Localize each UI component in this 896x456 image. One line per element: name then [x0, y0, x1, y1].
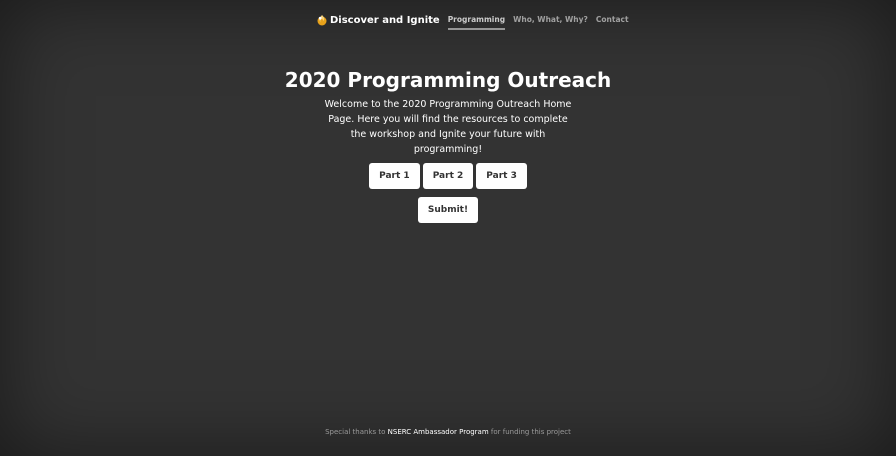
main-content: 2020 Programming Outreach Welcome to the…	[0, 66, 896, 223]
page-title: 2020 Programming Outreach	[284, 68, 612, 92]
nav-link-who-what-why[interactable]: Who, What, Why?	[513, 15, 588, 26]
brand-link[interactable]: Discover and Ignite	[316, 14, 440, 26]
top-nav: Discover and Ignite Programming Who, Wha…	[316, 12, 637, 30]
part-2-button[interactable]: Part 2	[422, 163, 474, 189]
footer-suffix: for funding this project	[490, 428, 571, 436]
parts-button-group: Part 1 Part 2 Part 3	[0, 163, 896, 189]
nav-link-programming[interactable]: Programming	[447, 15, 506, 30]
nav-link-contact[interactable]: Contact	[596, 15, 629, 26]
submit-row: Submit!	[0, 197, 896, 223]
nserc-link[interactable]: NSERC Ambassador Program	[388, 428, 489, 436]
submit-button[interactable]: Submit!	[417, 197, 479, 223]
footer-prefix: Special thanks to	[325, 428, 386, 436]
part-1-button[interactable]: Part 1	[369, 163, 420, 189]
intro-text: Welcome to the 2020 Programming Outreach…	[324, 99, 572, 155]
brand-name: Discover and Ignite	[330, 14, 440, 26]
flame-logo-icon	[317, 15, 327, 26]
footer: Special thanks to NSERC Ambassador Progr…	[0, 428, 896, 436]
part-3-button[interactable]: Part 3	[476, 163, 527, 189]
